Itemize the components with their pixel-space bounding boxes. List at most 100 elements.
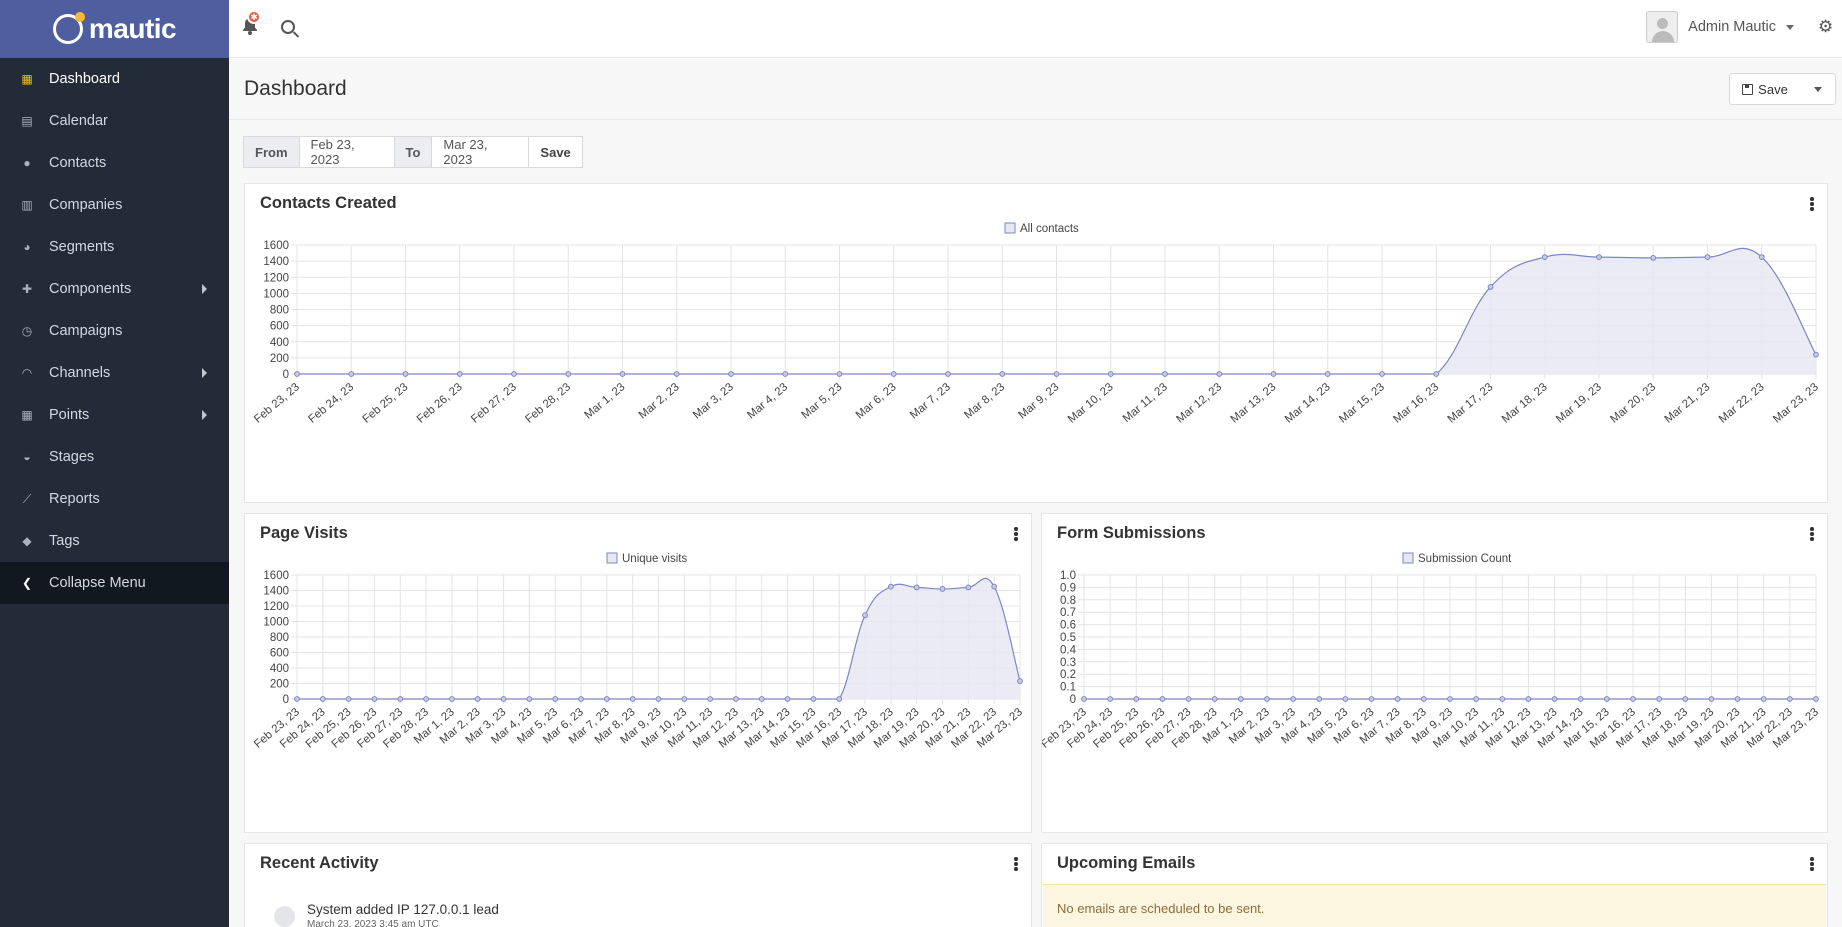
sidebar-item-companies[interactable]: ▥ Companies — [0, 184, 229, 226]
data-point[interactable] — [1159, 696, 1166, 702]
sidebar-item-stages[interactable]: ◒ Stages — [0, 436, 229, 478]
data-point[interactable] — [655, 696, 662, 702]
data-point[interactable] — [619, 371, 626, 377]
data-point[interactable] — [1813, 696, 1819, 702]
data-point[interactable] — [1541, 254, 1548, 260]
data-point[interactable] — [1185, 696, 1192, 702]
data-point[interactable] — [603, 696, 610, 702]
data-point[interactable] — [1760, 696, 1767, 702]
widget-menu-icon[interactable] — [1014, 527, 1018, 541]
sidebar-item-reports[interactable]: ⟋ Reports — [0, 478, 229, 520]
data-point[interactable] — [1487, 284, 1494, 290]
data-point[interactable] — [1211, 696, 1218, 702]
data-point[interactable] — [965, 584, 972, 591]
chart-legend[interactable]: All contacts — [1004, 222, 1079, 235]
data-point[interactable] — [526, 696, 533, 702]
data-point[interactable] — [500, 696, 507, 702]
data-point[interactable] — [836, 696, 843, 702]
data-point[interactable] — [733, 696, 739, 702]
notifications-button[interactable]: ✱ — [241, 10, 261, 36]
data-point[interactable] — [1420, 696, 1427, 702]
search-icon[interactable] — [281, 20, 295, 34]
data-point[interactable] — [1133, 696, 1140, 702]
data-point[interactable] — [1290, 696, 1297, 702]
widget-menu-icon[interactable] — [1014, 857, 1018, 871]
data-point[interactable] — [319, 696, 326, 702]
data-point[interactable] — [1577, 696, 1584, 702]
sidebar-item-channels[interactable]: ◠ Channels — [0, 352, 229, 394]
data-point[interactable] — [1682, 696, 1689, 702]
data-point[interactable] — [1499, 696, 1506, 702]
brand-logo[interactable]: mautic — [0, 0, 229, 58]
data-point[interactable] — [456, 371, 463, 377]
data-point[interactable] — [294, 371, 300, 377]
data-point[interactable] — [578, 696, 584, 702]
data-point[interactable] — [1107, 696, 1114, 702]
data-point[interactable] — [1473, 696, 1480, 702]
data-point[interactable] — [1596, 254, 1602, 260]
widget-menu-icon[interactable] — [1810, 197, 1814, 211]
save-dropdown-toggle[interactable] — [1800, 73, 1836, 105]
data-point[interactable] — [945, 371, 951, 377]
data-point[interactable] — [552, 696, 559, 702]
data-point[interactable] — [728, 371, 734, 377]
data-point[interactable] — [707, 696, 714, 702]
data-point[interactable] — [1603, 696, 1610, 702]
data-point[interactable] — [810, 696, 817, 702]
data-point[interactable] — [629, 696, 636, 702]
chart-legend[interactable]: Unique visits — [606, 552, 687, 565]
user-menu[interactable]: Admin Mautic — [1646, 11, 1794, 43]
data-point[interactable] — [1017, 678, 1023, 685]
data-point[interactable] — [1813, 351, 1819, 358]
data-point[interactable] — [1650, 255, 1657, 261]
data-point[interactable] — [782, 371, 789, 377]
data-point[interactable] — [345, 696, 352, 702]
sidebar-item-components[interactable]: ✚ Components — [0, 268, 229, 310]
date-to-input[interactable]: Mar 23, 2023 — [431, 136, 530, 168]
data-point[interactable] — [1708, 696, 1715, 702]
data-point[interactable] — [939, 586, 946, 592]
data-point[interactable] — [784, 696, 791, 702]
data-point[interactable] — [1379, 371, 1385, 377]
data-point[interactable] — [991, 583, 998, 590]
data-point[interactable] — [887, 583, 894, 590]
data-point[interactable] — [1433, 371, 1440, 377]
chart-legend[interactable]: Submission Count — [1402, 552, 1512, 565]
data-point[interactable] — [890, 371, 897, 377]
data-point[interactable] — [511, 371, 517, 377]
data-point[interactable] — [1270, 371, 1277, 377]
data-point[interactable] — [1786, 696, 1793, 702]
collapse-menu-button[interactable]: ❮ Collapse Menu — [0, 562, 229, 604]
data-point[interactable] — [423, 696, 430, 702]
data-point[interactable] — [348, 371, 355, 377]
data-point[interactable] — [1525, 696, 1532, 702]
data-point[interactable] — [1704, 254, 1711, 260]
sidebar-item-calendar[interactable]: ▤ Calendar — [0, 100, 229, 142]
data-point[interactable] — [1734, 696, 1741, 702]
data-point[interactable] — [1237, 696, 1244, 702]
data-point[interactable] — [758, 696, 765, 702]
sidebar-item-points[interactable]: ▦ Points — [0, 394, 229, 436]
data-point[interactable] — [565, 371, 572, 377]
data-point[interactable] — [1368, 696, 1375, 702]
data-point[interactable] — [673, 371, 680, 377]
data-point[interactable] — [1394, 696, 1401, 702]
apply-date-button[interactable]: Save — [528, 136, 583, 168]
date-from-input[interactable]: Feb 23, 2023 — [298, 136, 395, 168]
data-point[interactable] — [294, 696, 300, 702]
gear-icon[interactable]: ⚙ — [1818, 18, 1834, 35]
data-point[interactable] — [1264, 696, 1270, 702]
data-point[interactable] — [1342, 696, 1349, 702]
sidebar-item-segments[interactable]: ◕ Segments — [0, 226, 229, 268]
data-point[interactable] — [1447, 696, 1453, 702]
data-point[interactable] — [1107, 371, 1114, 377]
data-point[interactable] — [1758, 254, 1765, 260]
data-point[interactable] — [1216, 371, 1223, 377]
data-point[interactable] — [1324, 371, 1331, 377]
save-button[interactable]: Save — [1729, 73, 1801, 105]
data-point[interactable] — [402, 371, 409, 377]
sidebar-item-dashboard[interactable]: ▦ Dashboard — [0, 58, 229, 100]
data-point[interactable] — [1656, 696, 1663, 702]
widget-menu-icon[interactable] — [1810, 527, 1814, 541]
sidebar-item-contacts[interactable]: ● Contacts — [0, 142, 229, 184]
